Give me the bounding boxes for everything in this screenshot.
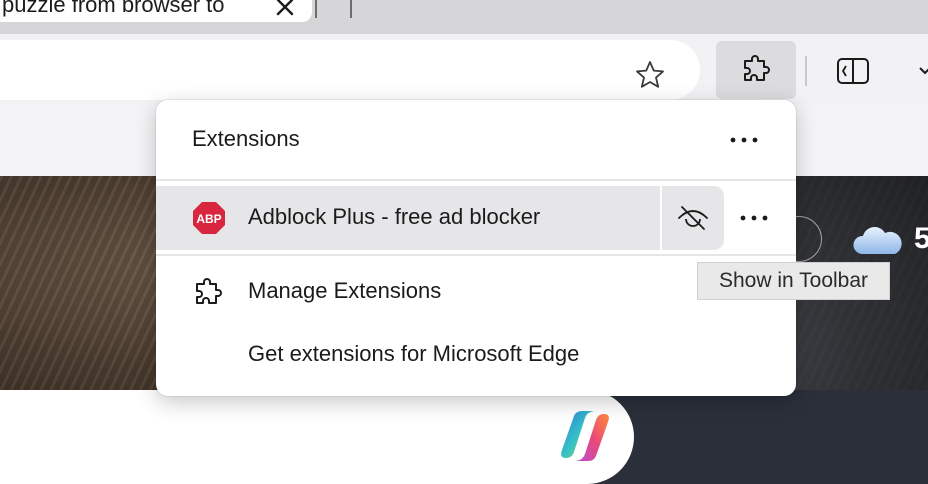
cloud-icon <box>853 227 902 254</box>
extensions-button[interactable] <box>716 41 796 99</box>
favorite-button[interactable] <box>630 55 670 95</box>
tab-title: puzzle from browser to <box>2 0 225 17</box>
puzzle-icon <box>196 278 222 304</box>
get-extensions-label: Get extensions for Microsoft Edge <box>248 341 580 366</box>
manage-extensions-label: Manage Extensions <box>248 278 442 303</box>
puzzle-icon <box>744 55 770 81</box>
tab-divider <box>315 0 317 18</box>
tooltip: Show in Toolbar <box>697 262 890 300</box>
toolbar-divider <box>805 56 807 86</box>
show-in-toolbar-button[interactable] <box>662 186 724 250</box>
tab-strip: puzzle from browser to <box>0 0 928 34</box>
popup-divider <box>156 179 796 181</box>
browser-toolbar <box>0 34 928 104</box>
popup-divider <box>156 254 796 256</box>
split-screen-icon <box>837 58 869 84</box>
copilot-icon[interactable] <box>554 406 616 466</box>
chevron-down-icon[interactable] <box>918 64 928 78</box>
get-extensions-item[interactable]: Get extensions for Microsoft Edge <box>156 327 796 383</box>
more-horizontal-icon <box>740 215 768 221</box>
more-horizontal-icon <box>730 137 758 143</box>
eye-slash-icon <box>678 206 708 230</box>
browser-tab[interactable]: puzzle from browser to <box>0 0 312 22</box>
weather-temperature: 5 <box>914 222 928 255</box>
popup-title: Extensions <box>192 126 300 151</box>
tab-divider <box>350 0 352 18</box>
close-icon[interactable] <box>272 0 298 20</box>
extension-item-adblock-plus[interactable]: ABP Adblock Plus - free ad blocker <box>156 186 660 250</box>
split-screen-button[interactable] <box>832 52 874 90</box>
extensions-popup: Extensions ABP Adblock Plus - free ad bl… <box>156 100 796 396</box>
star-icon <box>636 61 664 88</box>
extension-name: Adblock Plus - free ad blocker <box>248 204 541 229</box>
search-box[interactable] <box>0 390 634 484</box>
extension-more-button[interactable] <box>736 204 772 232</box>
extensions-more-button[interactable] <box>728 126 760 154</box>
address-bar[interactable] <box>0 40 700 100</box>
adblock-plus-logo: ABP <box>193 202 225 234</box>
abp-logo-text: ABP <box>196 212 221 226</box>
